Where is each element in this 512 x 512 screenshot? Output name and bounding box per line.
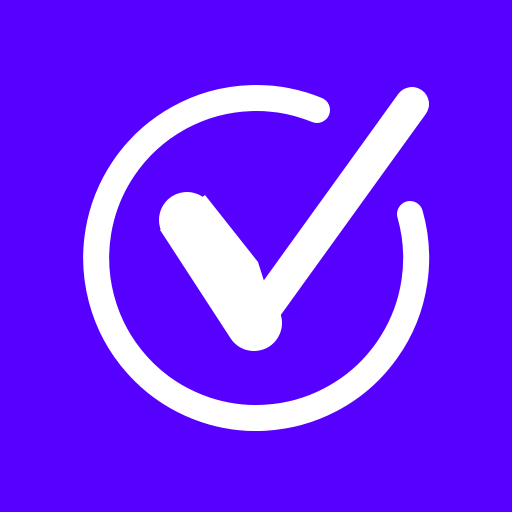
app-icon <box>0 0 512 512</box>
checkmark-joint <box>160 195 270 344</box>
checkmark-long-stroke <box>237 87 429 340</box>
checkmark-circle-icon <box>83 84 430 431</box>
